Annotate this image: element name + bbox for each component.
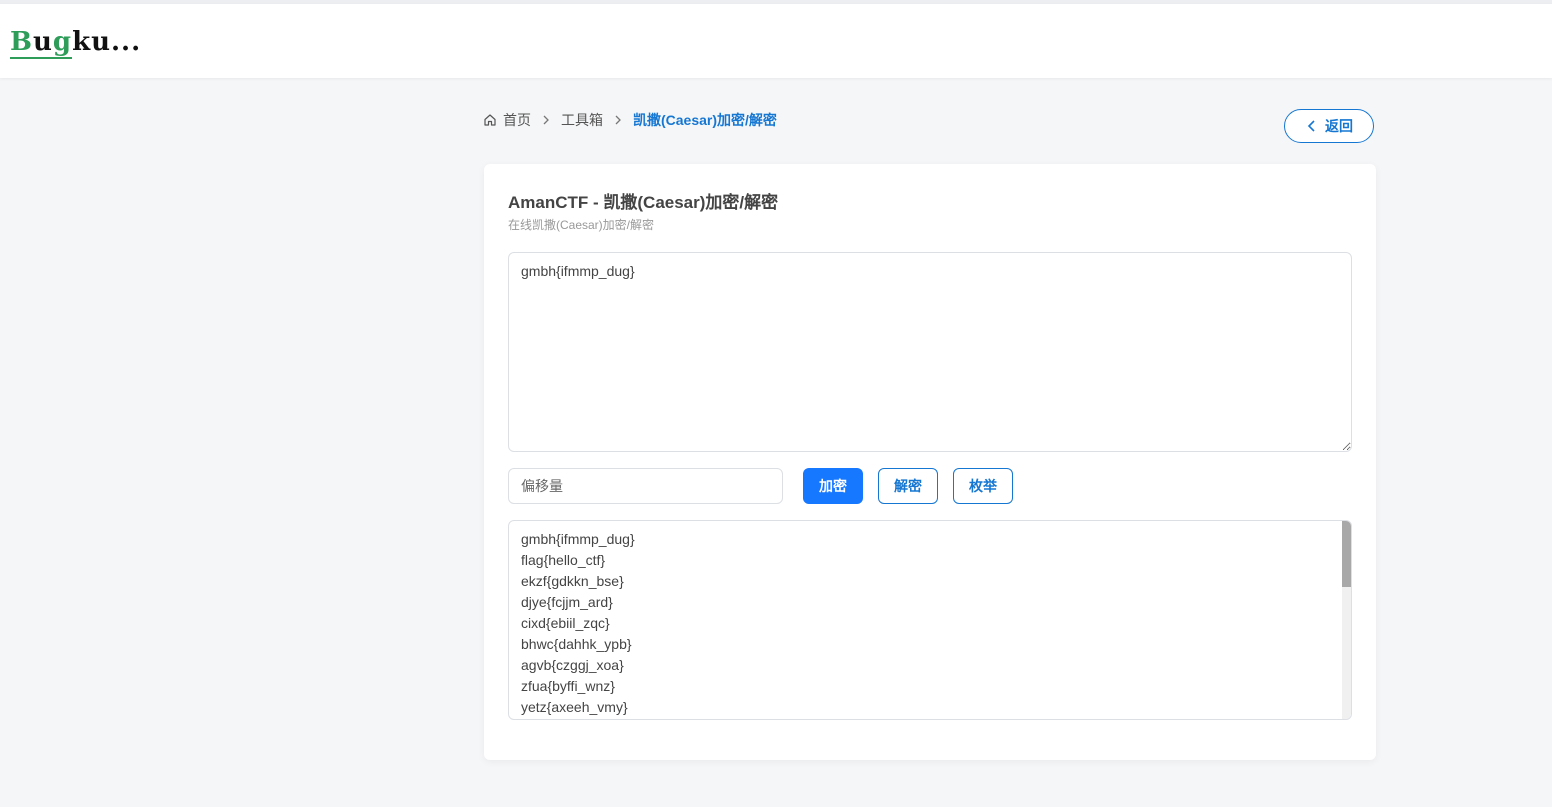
tool-card: AmanCTF - 凯撒(Caesar)加密/解密 在线凯撒(Caesar)加密… <box>484 164 1376 760</box>
output-line: agvb{czggj_xoa} <box>521 657 624 673</box>
offset-input[interactable] <box>508 468 783 504</box>
breadcrumb-toolbox[interactable]: 工具箱 <box>561 110 603 130</box>
logo-letter-g: g <box>52 27 73 57</box>
logo-letter-b: B <box>10 27 33 57</box>
back-button-label: 返回 <box>1325 118 1353 134</box>
output-line: djye{fcjjm_ard} <box>521 594 613 610</box>
breadcrumb-current: 凯撒(Caesar)加密/解密 <box>633 112 777 128</box>
encrypt-button[interactable]: 加密 <box>803 468 863 504</box>
breadcrumb-home[interactable]: 首页 <box>503 110 531 130</box>
output-scrollbar-thumb[interactable] <box>1342 521 1351 587</box>
output-line: ekzf{gdkkn_bse} <box>521 573 624 589</box>
output-line: flag{hello_ctf} <box>521 552 606 568</box>
output-line: yetz{axeeh_vmy} <box>521 699 628 715</box>
logo-letter-u: u <box>32 27 53 57</box>
bugku-logo[interactable]: Bugku... <box>10 24 141 60</box>
output-line: bhwc{dahhk_ypb} <box>521 636 632 652</box>
output-textarea[interactable]: gmbh{ifmmp_dug} flag{hello_ctf} ekzf{gdk… <box>508 520 1352 720</box>
decrypt-button[interactable]: 解密 <box>878 468 938 504</box>
output-lines: gmbh{ifmmp_dug} flag{hello_ctf} ekzf{gdk… <box>521 529 635 718</box>
breadcrumb: 首页 工具箱 凯撒(Caesar)加密/解密 <box>483 110 777 130</box>
output-line: cixd{ebiil_zqc} <box>521 615 610 631</box>
enumerate-button[interactable]: 枚举 <box>953 468 1013 504</box>
card-subtitle: 在线凯撒(Caesar)加密/解密 <box>508 218 655 232</box>
chevron-left-icon <box>1305 119 1319 133</box>
site-header: Bugku... <box>0 4 1552 78</box>
output-line: gmbh{ifmmp_dug} <box>521 531 635 547</box>
back-button[interactable]: 返回 <box>1284 109 1374 143</box>
card-title: AmanCTF - 凯撒(Caesar)加密/解密 <box>508 193 779 212</box>
input-textarea[interactable] <box>508 252 1352 452</box>
home-icon <box>483 113 497 127</box>
logo-underline <box>10 57 72 59</box>
chevron-right-icon <box>539 113 553 127</box>
output-line: zfua{byffi_wnz} <box>521 678 615 694</box>
chevron-right-icon <box>611 113 625 127</box>
logo-rest: ku... <box>72 27 142 57</box>
